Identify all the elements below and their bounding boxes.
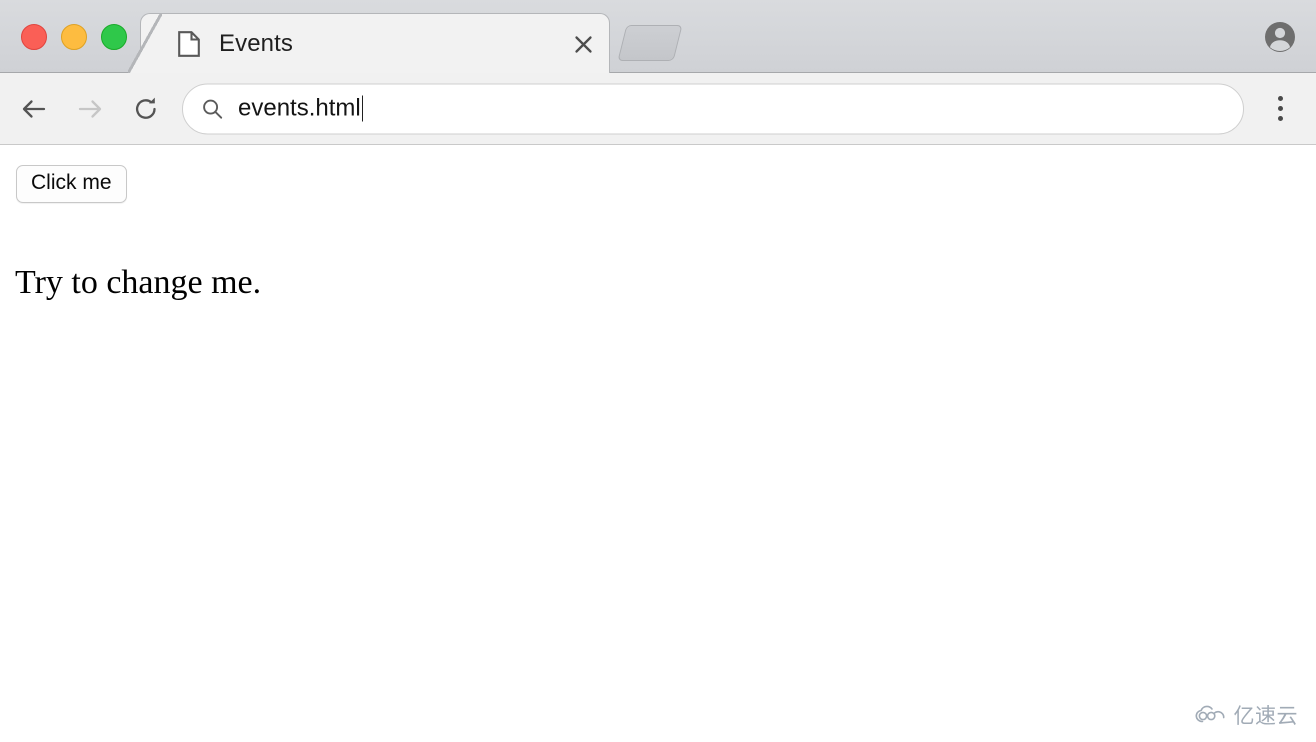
watermark: 亿速云 — [1194, 700, 1299, 730]
window-controls — [21, 24, 127, 50]
text-caret — [361, 95, 364, 122]
search-icon — [202, 98, 223, 119]
new-tab-button[interactable] — [617, 25, 683, 61]
arrow-left-icon — [22, 99, 46, 118]
watermark-label: 亿速云 — [1233, 704, 1298, 728]
reload-icon — [135, 97, 156, 119]
address-bar[interactable]: events.html — [182, 83, 1244, 134]
tab-title-label: Events — [219, 30, 293, 57]
window-close-button[interactable] — [21, 24, 47, 50]
window-maximize-button[interactable] — [101, 24, 127, 50]
back-button[interactable] — [17, 92, 51, 126]
menu-dot — [1277, 96, 1283, 101]
cloud-logo-icon — [1194, 705, 1227, 725]
browser-window: Events events.html Click me Try to chang… — [0, 0, 1316, 742]
page-viewport: Click me Try to change me. 亿速云 — [0, 145, 1316, 742]
three-dot-menu-icon[interactable] — [1266, 92, 1294, 126]
browser-toolbar: events.html — [0, 73, 1316, 145]
reload-button[interactable] — [129, 92, 163, 126]
document-icon — [178, 31, 200, 57]
arrow-right-icon — [78, 99, 102, 118]
user-avatar-icon[interactable] — [1264, 21, 1296, 53]
menu-dot — [1277, 116, 1283, 121]
tab-events[interactable] — [140, 13, 610, 74]
close-icon[interactable] — [570, 31, 597, 58]
window-minimize-button[interactable] — [61, 24, 87, 50]
forward-button — [73, 92, 107, 126]
address-input-value[interactable]: events.html — [238, 95, 361, 123]
page-paragraph: Try to change me. — [15, 264, 262, 301]
click-me-button[interactable]: Click me — [16, 165, 127, 204]
menu-dot — [1277, 106, 1283, 111]
title-bar: Events — [0, 0, 1316, 74]
